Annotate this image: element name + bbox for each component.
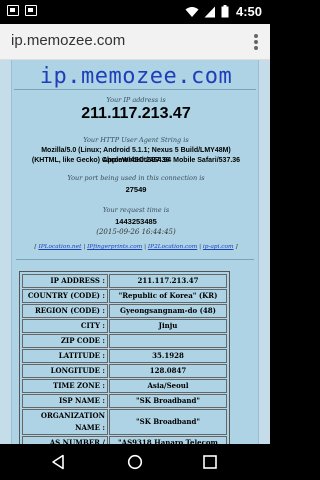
link-ip2location[interactable]: IP2Location.com — [148, 244, 197, 250]
ip-caption: Your IP address is — [106, 96, 166, 104]
navigation-bar — [0, 444, 270, 480]
status-bar: 4:50 — [0, 0, 270, 24]
row-label: LATITUDE : — [22, 349, 108, 363]
request-time-caption: Your request time is — [102, 206, 170, 214]
row-label: ZIP CODE : — [22, 334, 108, 348]
table-row: ISP NAME : "SK Broadband" — [22, 394, 227, 408]
battery-icon — [221, 5, 229, 18]
row-value: 35.1928 — [109, 349, 227, 363]
table-row: IP ADDRESS :211.117.213.47 — [22, 274, 227, 288]
ip-info-table: IP ADDRESS :211.117.213.47 COUNTRY (CODE)… — [19, 271, 230, 444]
image-notification-icon — [7, 5, 19, 16]
divider — [14, 89, 256, 90]
row-label: ISP NAME : — [22, 394, 108, 408]
recents-icon[interactable] — [202, 454, 218, 470]
user-agent-line-2: (KHTML, like Gecko) Chrome/45.0.2454.94 … — [31, 157, 241, 164]
row-label: REGION (CODE) : — [22, 304, 108, 318]
row-value: "SK Broadband" — [109, 394, 227, 408]
system-status: 4:50 — [185, 4, 262, 19]
table-row: AS NUMBER / NAME :"AS9318 Hanaro Telecom… — [22, 436, 227, 444]
table-row: CITY : Jinju — [22, 319, 227, 333]
row-label: IP ADDRESS : — [22, 274, 108, 288]
back-icon[interactable] — [50, 454, 66, 470]
user-agent-caption: Your HTTP User Agent String is — [83, 136, 189, 144]
link-iplocation[interactable]: IPLocation.net — [38, 244, 81, 250]
row-label: LONGITUDE : — [22, 364, 108, 378]
row-label: TIME ZONE : — [22, 379, 108, 393]
row-label: COUNTRY (CODE) : — [22, 289, 108, 303]
table-row: ZIP CODE : — [22, 334, 227, 348]
row-label: AS NUMBER / NAME : — [22, 436, 108, 444]
screenshot-notification-icon — [25, 5, 37, 16]
row-value: Jinju — [109, 319, 227, 333]
row-value — [109, 334, 227, 348]
row-value: "AS9318 Hanaro Telecom Inc." — [109, 436, 227, 444]
cell-signal-icon — [204, 6, 215, 17]
row-value: "SK Broadband" — [109, 409, 227, 435]
browser-toolbar: ip.memozee.com — [0, 24, 270, 60]
overflow-menu-icon[interactable] — [254, 34, 258, 50]
row-value: Gyeongsangnam-do (48) — [109, 304, 227, 318]
port-caption: Your port being used in this connection … — [67, 174, 205, 182]
web-page: ip.memozee.com Your IP address is 211.11… — [0, 60, 270, 444]
divider — [16, 259, 254, 260]
row-label: CITY : — [22, 319, 108, 333]
external-links: [ IPLocation.net | IPfingerprints.com | … — [34, 244, 238, 250]
site-title: ip.memozee.com — [39, 64, 233, 89]
table-row: COUNTRY (CODE) : "Republic of Korea" (KR) — [22, 289, 227, 303]
request-date: (2015-09-26 16:44:45) — [96, 228, 176, 236]
row-value: 128.0847 — [109, 364, 227, 378]
table-row: TIME ZONE : Asia/Seoul — [22, 379, 227, 393]
port-value: 27549 — [125, 185, 147, 194]
table-row: ORGANIZATION NAME : "SK Broadband" — [22, 409, 227, 435]
table-row: REGION (CODE) : Gyeongsangnam-do (48) — [22, 304, 227, 318]
ip-address: 211.117.213.47 — [81, 105, 191, 122]
request-time-value: 1443253485 — [115, 217, 157, 226]
row-value: Asia/Seoul — [109, 379, 227, 393]
row-value: "Republic of Korea" (KR) — [109, 289, 227, 303]
table-row: LATITUDE :35.1928 — [22, 349, 227, 363]
home-icon[interactable] — [127, 454, 143, 470]
clock: 4:50 — [235, 4, 262, 19]
wifi-icon — [185, 6, 199, 17]
row-value: 211.117.213.47 — [109, 274, 227, 288]
notification-icons — [7, 5, 37, 16]
url-bar[interactable]: ip.memozee.com — [11, 32, 125, 49]
link-ipfingerprints[interactable]: IPfingerprints.com — [87, 244, 142, 250]
table-row: LONGITUDE :128.0847 — [22, 364, 227, 378]
link-ip-api[interactable]: ip-api.com — [203, 244, 234, 250]
row-label: ORGANIZATION NAME : — [22, 409, 108, 435]
